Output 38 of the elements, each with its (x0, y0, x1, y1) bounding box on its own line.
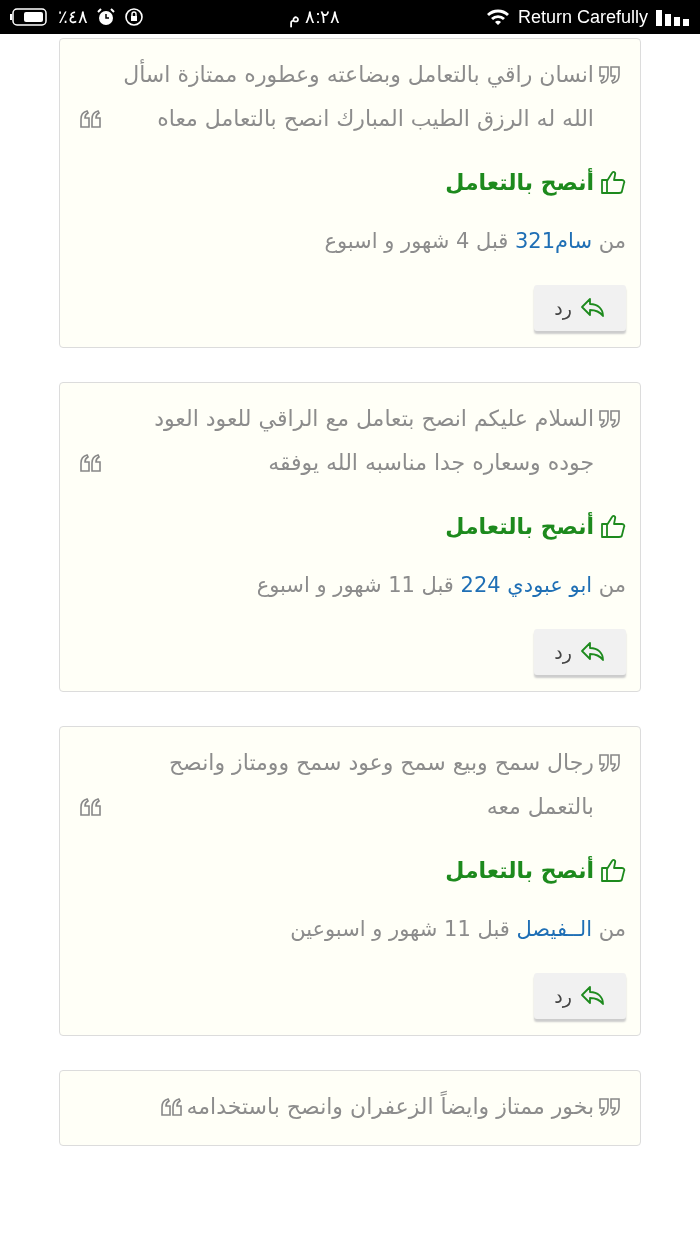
thumbs-up-icon (600, 169, 626, 195)
quote-close-icon (78, 453, 102, 473)
signal-icon (656, 8, 690, 26)
clock: ٨:٢٨ م (289, 6, 341, 28)
reply-icon (580, 985, 606, 1007)
thumbs-up-icon (600, 513, 626, 539)
battery-icon (10, 7, 50, 27)
quote-close-icon (158, 1097, 183, 1117)
reply-icon (580, 297, 606, 319)
quote-open-icon (598, 753, 622, 773)
battery-level: ٪٤٨ (58, 6, 88, 28)
review-text: انسان راقي بالتعامل وبضاعته وعطوره ممتازة اسأل الله له الرزق الطيب المبارك انصح بالتعامل معاه (106, 53, 594, 141)
review-text: السلام عليكم انصح بتعامل مع الراقي للعود العود جوده وسعاره جدا مناسبه الله يوفقه (153, 405, 594, 477)
recommend-label: أنصح بالتعامل (445, 169, 594, 195)
review-meta: من ابو عبودي 224 قبل 11 شهور و اسبوع (255, 573, 626, 597)
author-link[interactable]: الــفيصل (516, 917, 593, 941)
author-link[interactable]: ابو عبودي 224 (460, 573, 593, 597)
review-text: بخور ممتاز وايضاً الزعفران وانصح باستخدامه (186, 1085, 594, 1129)
recommend-label: أنصح بالتعامل (445, 513, 594, 539)
alarm-icon (96, 7, 116, 27)
reply-button[interactable]: رد (534, 285, 626, 331)
review-meta: من سام321 قبل 4 شهور و اسبوع (323, 229, 626, 253)
carrier-name: Return Carefully (517, 6, 648, 28)
quote-close-icon (78, 797, 102, 817)
rotation-lock-icon (124, 7, 144, 27)
reply-icon (580, 641, 606, 663)
recommend-label: أنصح بالتعامل (445, 857, 594, 883)
wifi-icon (485, 8, 510, 26)
author-link[interactable]: سام321 (515, 229, 593, 253)
quote-close-icon (78, 109, 102, 129)
review-text: رجال سمح وبيع سمح وعود سمح وومتاز وانصح بالتعمل معه (167, 749, 594, 821)
quote-open-icon (598, 1097, 622, 1117)
reply-button[interactable]: رد (534, 629, 626, 675)
quote-open-icon (598, 409, 622, 429)
quote-open-icon (598, 65, 622, 85)
thumbs-up-icon (600, 857, 626, 883)
reply-button[interactable]: رد (534, 973, 626, 1019)
review-meta: من الــفيصل قبل 11 شهور و اسبوعين (289, 917, 626, 941)
